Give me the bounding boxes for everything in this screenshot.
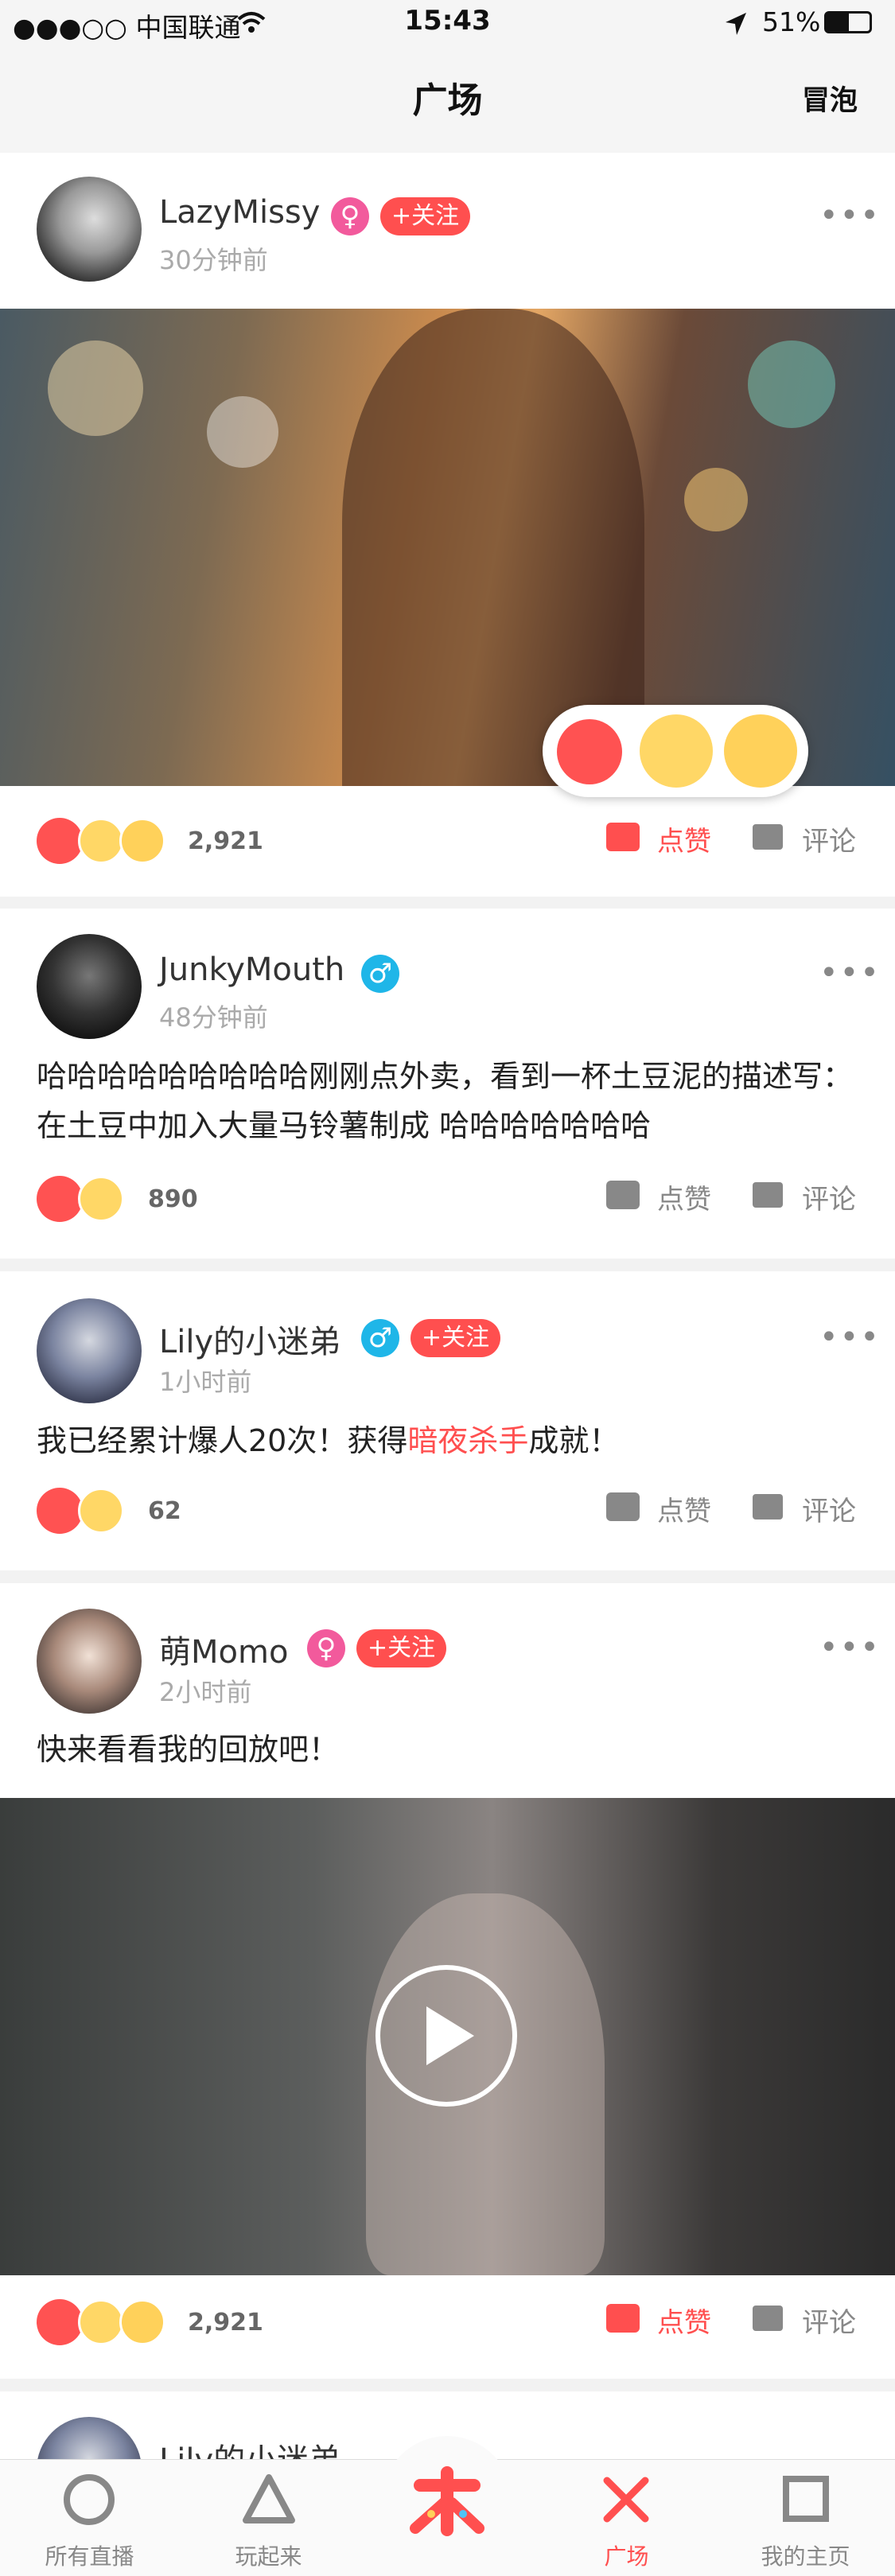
clock: 15:43 <box>404 5 491 37</box>
grin-emoji-icon <box>119 818 165 864</box>
male-icon: ♂ <box>361 1319 399 1357</box>
post-time: 2小时前 <box>159 1677 252 1707</box>
reaction-count: 890 <box>148 1185 198 1213</box>
comment-button[interactable]: 评论 <box>802 819 856 858</box>
tab-live[interactable]: 所有直播 <box>0 2460 179 2576</box>
post-text: 快来看看我的回放吧！ <box>37 1732 340 1767</box>
male-icon: ♂ <box>361 955 399 993</box>
post-text: 哈哈哈哈哈哈哈哈哈刚刚点外卖，看到一杯土豆泥的描述写：在土豆中加入大量马铃薯制成… <box>37 1059 854 1143</box>
username[interactable]: Lily的小迷弟 <box>159 1316 340 1362</box>
post-card: JunkyMouth ♂ 48分钟前 ••• 哈哈哈哈哈哈哈哈哈刚刚点外卖，看到… <box>0 909 895 1259</box>
like-button[interactable]: 点赞 <box>657 2301 711 2340</box>
blush-emoji-icon <box>78 2299 124 2345</box>
avatar[interactable] <box>37 2417 142 2459</box>
tab-bar: 所有直播 玩起来 广场 我的主页 <box>0 2436 895 2576</box>
battery-percent: 51% <box>762 6 821 37</box>
thumbs-up-icon[interactable] <box>606 2304 640 2333</box>
like-button[interactable]: 点赞 <box>657 1489 711 1528</box>
grin-emoji-icon <box>119 2299 165 2345</box>
blush-emoji-icon <box>78 1176 124 1222</box>
play-button[interactable] <box>376 1965 517 2107</box>
square-icon <box>783 2476 829 2522</box>
more-icon[interactable]: ••• <box>819 1629 881 1666</box>
like-reaction-icon[interactable] <box>557 719 622 784</box>
female-icon: ♀ <box>331 197 369 235</box>
grin-emoji-icon[interactable] <box>724 714 797 788</box>
post-card: 萌Momo ♀ +关注 2小时前 ••• 快来看看我的回放吧！ 2,921 点赞… <box>0 1583 895 2379</box>
post-card: LazyMissy ♀ +关注 30分钟前 ••• 2,921 点赞 评论 <box>0 153 895 897</box>
status-bar: ●●●○○ 中国联通 15:43 51% <box>0 0 895 48</box>
comment-icon[interactable] <box>753 1494 783 1520</box>
avatar[interactable] <box>37 934 142 1039</box>
username[interactable]: LazyMissy <box>159 194 320 231</box>
thumbs-up-icon[interactable] <box>606 1492 640 1521</box>
follow-button[interactable]: +关注 <box>380 197 471 235</box>
thumbs-up-icon[interactable] <box>606 823 640 851</box>
tab-label: 所有直播 <box>45 2543 134 2570</box>
tab-label: 玩起来 <box>235 2543 302 2570</box>
comment-button[interactable]: 评论 <box>802 1489 856 1528</box>
avatar[interactable] <box>37 1298 142 1403</box>
triangle-icon <box>243 2474 295 2523</box>
post-time: 48分钟前 <box>159 1002 268 1033</box>
reaction-count: 62 <box>148 1497 181 1525</box>
avatar[interactable] <box>37 177 142 282</box>
bubble-button[interactable]: 冒泡 <box>802 78 858 119</box>
thumbs-up-icon[interactable] <box>606 1181 640 1209</box>
post-card: Lily的小迷弟 ♂ +关注 1小时前 ••• 我已经累计爆人20次！获得暗夜杀… <box>0 1271 895 1570</box>
page-title: 广场 <box>412 80 483 121</box>
username[interactable]: Lily的小迷弟 <box>159 2434 340 2459</box>
comment-button[interactable]: 评论 <box>802 1177 856 1216</box>
post-time: 30分钟前 <box>159 245 268 275</box>
achievement-highlight: 暗夜杀手 <box>407 1423 529 1458</box>
reaction-count: 2,921 <box>188 827 263 855</box>
female-icon: ♀ <box>307 1629 345 1667</box>
more-icon[interactable]: ••• <box>819 197 881 234</box>
like-reaction-icon <box>37 1488 83 1534</box>
avatar[interactable] <box>37 1609 142 1714</box>
battery-icon <box>824 11 872 33</box>
tab-label: 我的主页 <box>761 2543 850 2570</box>
more-icon[interactable]: ••• <box>819 1319 881 1356</box>
blush-emoji-icon <box>78 818 124 864</box>
lai-logo-icon <box>410 2466 484 2536</box>
comment-icon[interactable] <box>753 2306 783 2331</box>
tab-label: 广场 <box>604 2543 649 2570</box>
blush-emoji-icon <box>78 1488 124 1534</box>
username[interactable]: 萌Momo <box>159 1626 288 1672</box>
comment-icon[interactable] <box>753 1182 783 1208</box>
nav-bar: 广场 冒泡 <box>0 48 895 153</box>
reaction-picker <box>543 705 808 797</box>
follow-button[interactable]: +关注 <box>411 1319 501 1357</box>
like-button[interactable]: 点赞 <box>657 1177 711 1216</box>
post-time: 1小时前 <box>159 1367 252 1397</box>
like-button[interactable]: 点赞 <box>657 819 711 858</box>
username[interactable]: JunkyMouth <box>159 951 344 988</box>
location-arrow-icon <box>726 13 746 35</box>
comment-button[interactable]: 评论 <box>802 2301 856 2340</box>
video-thumbnail[interactable] <box>0 1798 895 2275</box>
circle-icon <box>64 2474 115 2525</box>
tab-profile[interactable]: 我的主页 <box>716 2460 895 2576</box>
post-text: 我已经累计爆人20次！获得暗夜杀手成就！ <box>37 1423 620 1458</box>
play-icon <box>426 2006 474 2065</box>
tab-square[interactable]: 广场 <box>537 2460 716 2576</box>
like-reaction-icon <box>37 2299 83 2345</box>
like-reaction-icon <box>37 818 83 864</box>
reaction-count: 2,921 <box>188 2309 263 2337</box>
like-reaction-icon <box>37 1176 83 1222</box>
more-icon[interactable]: ••• <box>819 955 881 991</box>
follow-button[interactable]: +关注 <box>356 1629 447 1667</box>
blush-emoji-icon[interactable] <box>640 714 713 788</box>
cross-icon <box>603 2477 649 2523</box>
comment-icon[interactable] <box>753 824 783 850</box>
tab-play[interactable]: 玩起来 <box>179 2460 358 2576</box>
center-post-button[interactable] <box>382 2436 512 2566</box>
